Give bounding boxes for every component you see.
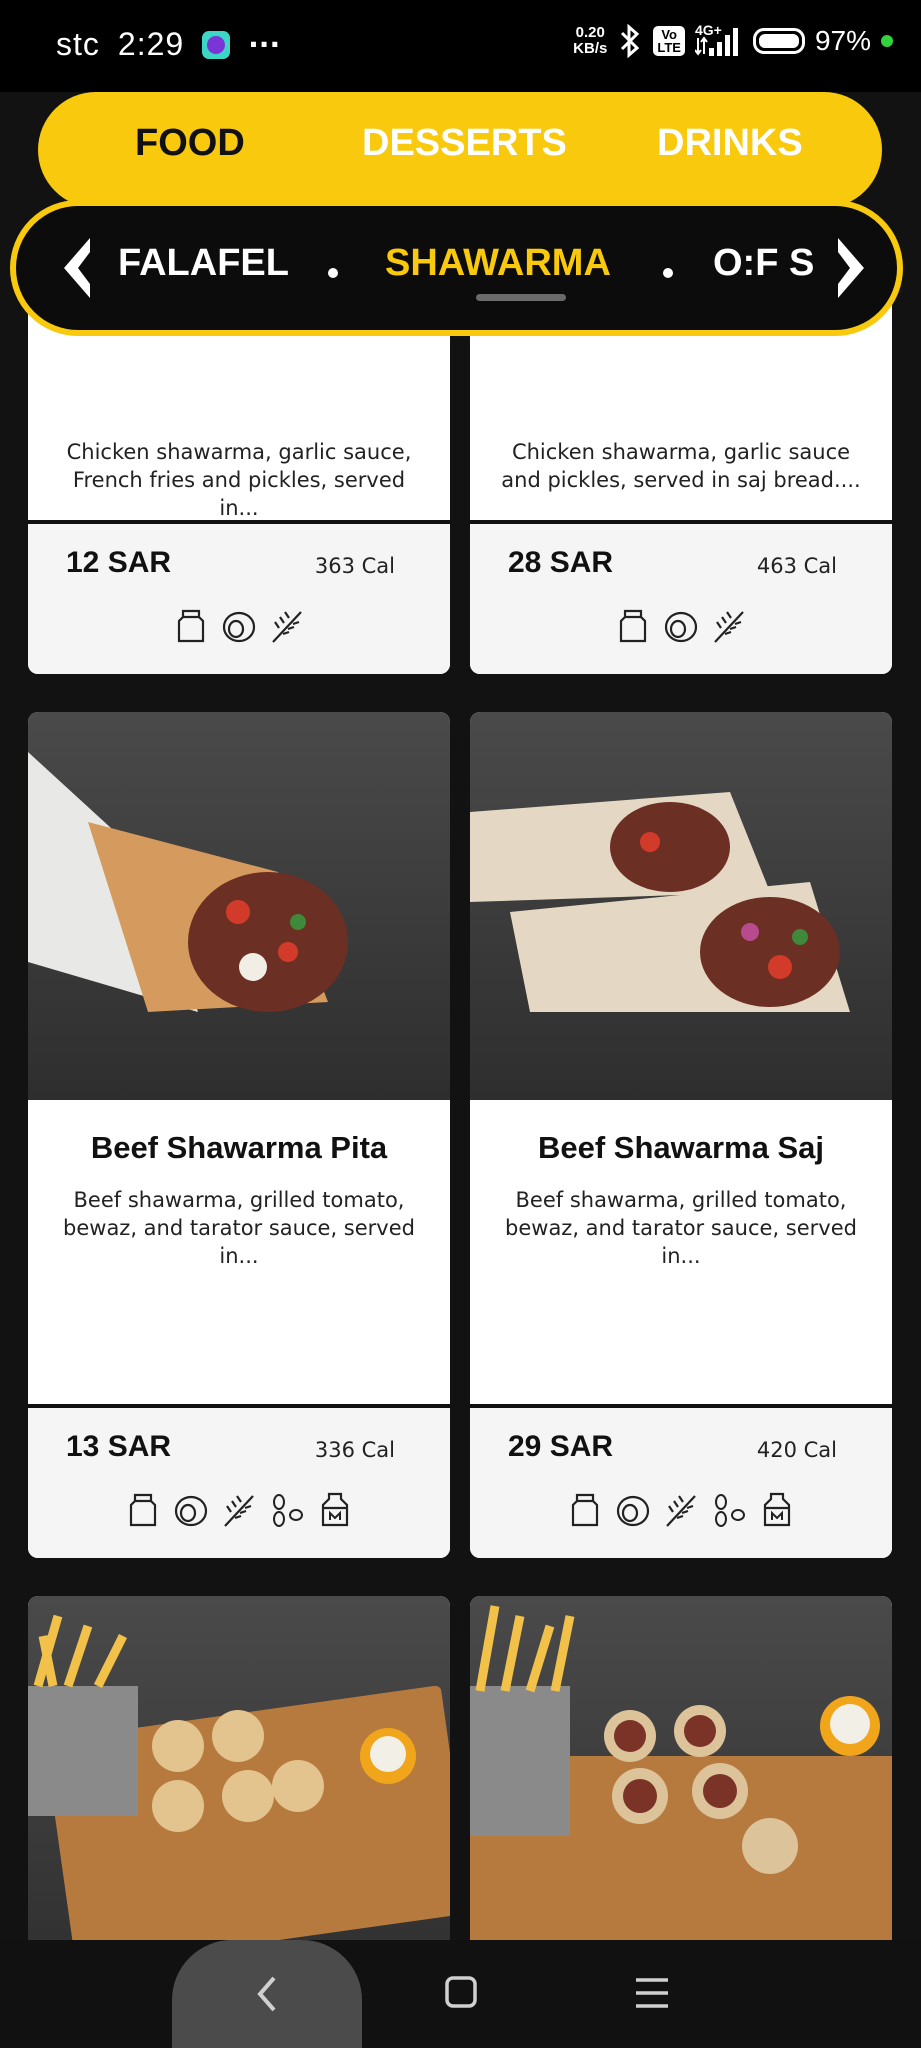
seeds-icon [273,1494,303,1527]
product-card[interactable]: Beef Shawarma Pita Beef shawarma, grille… [28,712,450,1558]
product-calories: 363 Cal [314,554,395,578]
chevron-right-icon[interactable] [830,236,870,300]
product-price: 13 SAR [66,1430,172,1463]
milk-icon [763,1492,791,1527]
back-icon [257,1976,276,2012]
product-footer: 13 SAR 336 Cal [28,1404,450,1558]
separator-dot [328,268,338,278]
menu-grid[interactable]: Chicken shawarma, garlic sauce, French f… [0,92,921,1940]
allergen-icons [28,606,450,646]
bluetooth-icon [621,24,640,58]
product-footer: 12 SAR 363 Cal [28,520,450,674]
active-indicator [476,294,566,301]
product-name: Beef Shawarma Saj [537,1130,825,1165]
product-image [28,1596,450,1940]
tab-desserts[interactable]: DESSERTS [362,122,567,165]
product-description: Chicken shawarma, garlic sauce and pickl… [501,440,861,492]
network-speed-value: 0.20 [575,24,605,41]
network-speed-unit: KB/s [573,40,608,57]
recents-menu-icon[interactable] [634,1976,670,2010]
egg-icon [664,611,698,643]
back-button[interactable] [172,1940,362,2048]
network-speed: 0.20 KB/s [573,25,607,57]
subcategory-shawarma[interactable]: SHAWARMA [385,242,611,285]
product-description: Chicken shawarma, garlic sauce, French f… [66,440,412,520]
seeds-icon [715,1494,745,1527]
clock: 2:29 [117,26,185,62]
product-calories: 463 Cal [756,554,837,578]
product-card[interactable]: Beef Shawarma Saj Beef shawarma, grilled… [470,712,892,1558]
system-nav-bar [0,1940,921,2048]
product-image [28,712,450,1100]
volte-bottom: LTE [657,40,681,55]
carrier-label: stc [56,26,100,62]
wheat-icon [714,611,744,643]
subcategory-falafel[interactable]: FALAFEL [118,242,289,285]
status-left: stc 2:29 ··· [56,26,280,63]
category-tabs: FOOD DESSERTS DRINKS [38,92,882,208]
tab-drinks[interactable]: DRINKS [657,122,803,165]
product-price: 12 SAR [66,546,172,579]
allergen-icons [28,1490,450,1530]
product-image [470,712,892,1100]
privacy-indicator-dot [881,35,893,47]
tab-food[interactable]: FOOD [135,122,245,165]
egg-icon [174,1495,208,1527]
wheat-icon [666,1495,696,1527]
product-card[interactable] [470,1596,892,1940]
wheat-icon [224,1495,254,1527]
product-calories: 336 Cal [314,1438,395,1462]
product-image [470,1596,892,1940]
signal-indicator: 4G+ [694,22,743,58]
milk-icon [321,1492,349,1527]
battery-icon [752,28,805,54]
subcategory-carousel: FALAFEL SHAWARMA O:F S [10,200,903,336]
separator-dot [663,268,673,278]
product-footer: 28 SAR 463 Cal [470,520,892,674]
product-footer: 29 SAR 420 Cal [470,1404,892,1558]
product-name: Beef Shawarma Pita [90,1130,388,1165]
status-right: 0.20 KB/s Vo LTE 4G+ 97% [573,22,893,58]
jar-icon [619,609,647,643]
subcategory-next[interactable]: O:F S [713,242,814,285]
product-card[interactable] [28,1596,450,1940]
app-notification-icon [202,30,231,59]
wheat-icon [272,611,302,643]
home-icon[interactable] [443,1974,479,2010]
egg-icon [616,1495,650,1527]
product-description: Beef shawarma, grilled tomato, bewaz, an… [505,1188,857,1268]
product-description: Beef shawarma, grilled tomato, bewaz, an… [63,1188,415,1268]
jar-icon [129,1493,157,1527]
status-bar: stc 2:29 ··· 0.20 KB/s Vo LTE 4G+ 97% [0,0,921,92]
more-notifications-icon: ··· [248,28,281,61]
battery-percent: 97% [814,25,871,56]
signal-icon [694,28,738,56]
jar-icon [571,1493,599,1527]
chevron-left-icon[interactable] [58,236,98,300]
product-price: 29 SAR [508,1430,614,1463]
allergen-icons [470,606,892,646]
product-price: 28 SAR [508,546,614,579]
egg-icon [222,611,256,643]
allergen-icons [470,1490,892,1530]
jar-icon [177,609,205,643]
volte-icon: Vo LTE [653,26,685,56]
product-calories: 420 Cal [756,1438,837,1462]
